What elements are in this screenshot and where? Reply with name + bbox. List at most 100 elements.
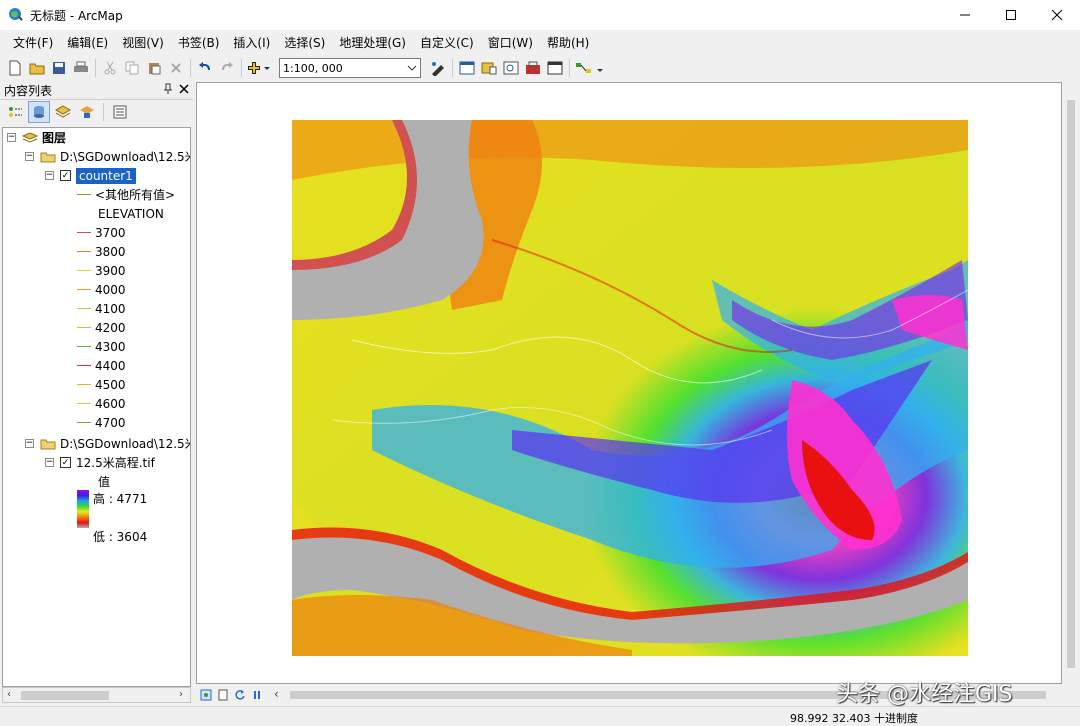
menu-insert[interactable]: 插入(I) xyxy=(226,32,277,54)
legend-class-item: 4300 xyxy=(77,337,126,356)
layer-visibility-checkbox[interactable]: ✓ xyxy=(60,170,71,181)
drawing-order-icon xyxy=(9,107,22,117)
map-scale-combobox[interactable]: 1:100, 000 xyxy=(279,58,421,78)
toc-header: 内容列表 xyxy=(0,82,193,100)
print-button[interactable] xyxy=(70,57,92,79)
tree-group-contour-source[interactable]: − D:\SGDownload\12.5米 xyxy=(25,147,190,166)
catalog-button[interactable] xyxy=(478,57,500,79)
open-button[interactable] xyxy=(26,57,48,79)
add-data-button[interactable] xyxy=(245,57,275,79)
layer-name-label[interactable]: counter1 xyxy=(76,167,136,184)
collapse-toggle-icon[interactable]: − xyxy=(25,152,34,161)
pin-icon[interactable] xyxy=(163,83,173,98)
close-button[interactable] xyxy=(1034,0,1080,30)
toc-window-icon xyxy=(459,61,475,75)
refresh-button[interactable] xyxy=(233,688,247,702)
list-by-visibility-button[interactable] xyxy=(52,101,74,123)
layer-visibility-checkbox[interactable]: ✓ xyxy=(60,457,71,468)
new-document-button[interactable] xyxy=(4,57,26,79)
arcmap-window: 无标题 - ArcMap 文件(F) 编辑(E) 视图(V) 书签(B) 插入(… xyxy=(0,0,1080,726)
copy-button[interactable] xyxy=(121,57,143,79)
scroll-right-icon[interactable]: › xyxy=(179,689,183,700)
scrollbar-thumb[interactable] xyxy=(21,691,109,700)
toolbar-separator xyxy=(190,59,191,77)
editor-toolbar-button[interactable] xyxy=(427,57,449,79)
tree-layer-elevation-tif[interactable]: − ✓ 12.5米高程.tif xyxy=(45,453,155,472)
arctoolbox-button[interactable] xyxy=(522,57,544,79)
toc-horizontal-scrollbar[interactable]: ‹ › xyxy=(2,687,191,703)
chevron-down-icon[interactable] xyxy=(404,59,420,77)
line-symbol-icon xyxy=(77,194,91,195)
cut-button[interactable] xyxy=(99,57,121,79)
arctoolbox-icon xyxy=(526,61,540,74)
line-symbol-icon xyxy=(77,327,91,328)
toolbar-options-button[interactable] xyxy=(595,57,605,79)
maximize-icon xyxy=(1006,10,1016,20)
line-symbol-icon xyxy=(77,270,91,271)
menu-selection[interactable]: 选择(S) xyxy=(277,32,332,54)
undo-button[interactable] xyxy=(194,57,216,79)
layer-tree: − 图层 − D:\SGDownload\12.5米 − ✓ counter1 … xyxy=(2,127,191,687)
menu-bookmarks[interactable]: 书签(B) xyxy=(171,32,227,54)
toolbar-separator xyxy=(95,59,96,77)
legend-class-label: 4500 xyxy=(95,377,126,392)
toc-options-button[interactable] xyxy=(109,101,131,123)
toc-toolbar xyxy=(0,100,193,124)
list-by-selection-button[interactable] xyxy=(76,101,98,123)
toolbar-separator xyxy=(452,59,453,77)
close-icon[interactable] xyxy=(179,84,189,97)
toc-title: 内容列表 xyxy=(4,84,53,98)
paste-button[interactable] xyxy=(143,57,165,79)
scrollbar-thumb[interactable] xyxy=(1067,100,1075,668)
layers-stack-icon xyxy=(22,131,38,143)
tree-root-layers[interactable]: − 图层 xyxy=(7,128,66,147)
model-builder-button[interactable] xyxy=(573,57,595,79)
collapse-toggle-icon[interactable]: − xyxy=(25,439,34,448)
legend-class-item: 4200 xyxy=(77,318,126,337)
menu-view[interactable]: 视图(V) xyxy=(115,32,171,54)
legend-high-label: 高 : 4771 xyxy=(93,492,148,506)
editor-pencil-icon xyxy=(432,62,444,76)
color-ramp-swatch xyxy=(77,489,89,528)
layout-view-icon xyxy=(218,689,228,701)
scroll-left-icon[interactable]: ‹ xyxy=(7,689,11,700)
layout-view-button[interactable] xyxy=(216,688,230,702)
collapse-toggle-icon[interactable]: − xyxy=(45,458,54,467)
menu-customize[interactable]: 自定义(C) xyxy=(413,32,481,54)
list-by-drawing-order-button[interactable] xyxy=(4,101,26,123)
menu-help[interactable]: 帮助(H) xyxy=(540,32,596,54)
pause-drawing-button[interactable] xyxy=(250,688,264,702)
minimize-icon xyxy=(960,14,970,16)
scroll-left-icon[interactable]: ‹ xyxy=(274,687,279,701)
save-button[interactable] xyxy=(48,57,70,79)
list-by-source-button[interactable] xyxy=(28,101,50,123)
search-window-button[interactable] xyxy=(500,57,522,79)
tree-layer-counter1[interactable]: − ✓ counter1 xyxy=(45,166,136,185)
legend-class-label: 4300 xyxy=(95,339,126,354)
menu-edit[interactable]: 编辑(E) xyxy=(60,32,115,54)
collapse-toggle-icon[interactable]: − xyxy=(7,133,16,142)
coordinate-readout: 98.992 32.403 十进制度 xyxy=(790,712,918,725)
menu-geoprocessing[interactable]: 地理处理(G) xyxy=(332,32,413,54)
legend-class-label: 4000 xyxy=(95,282,126,297)
table-of-contents-button[interactable] xyxy=(456,57,478,79)
delete-button[interactable] xyxy=(165,57,187,79)
toolbar-separator xyxy=(103,103,104,121)
elevation-raster-map[interactable] xyxy=(292,120,968,656)
tree-group-raster-source[interactable]: − D:\SGDownload\12.5米 xyxy=(25,434,190,453)
data-view-button[interactable] xyxy=(199,688,213,702)
minimize-button[interactable] xyxy=(942,0,988,30)
search-window-icon xyxy=(503,61,519,75)
menu-windows[interactable]: 窗口(W) xyxy=(481,32,540,54)
maximize-button[interactable] xyxy=(988,0,1034,30)
redo-button[interactable] xyxy=(216,57,238,79)
copy-icon xyxy=(125,61,139,75)
python-window-button[interactable] xyxy=(544,57,566,79)
arcmap-globe-icon xyxy=(9,8,23,21)
python-window-icon xyxy=(547,61,563,75)
menu-file[interactable]: 文件(F) xyxy=(6,32,60,54)
map-display[interactable] xyxy=(196,82,1062,684)
collapse-toggle-icon[interactable]: − xyxy=(45,171,54,180)
map-vertical-scrollbar[interactable] xyxy=(1062,82,1080,686)
legend-class-item: 4000 xyxy=(77,280,126,299)
